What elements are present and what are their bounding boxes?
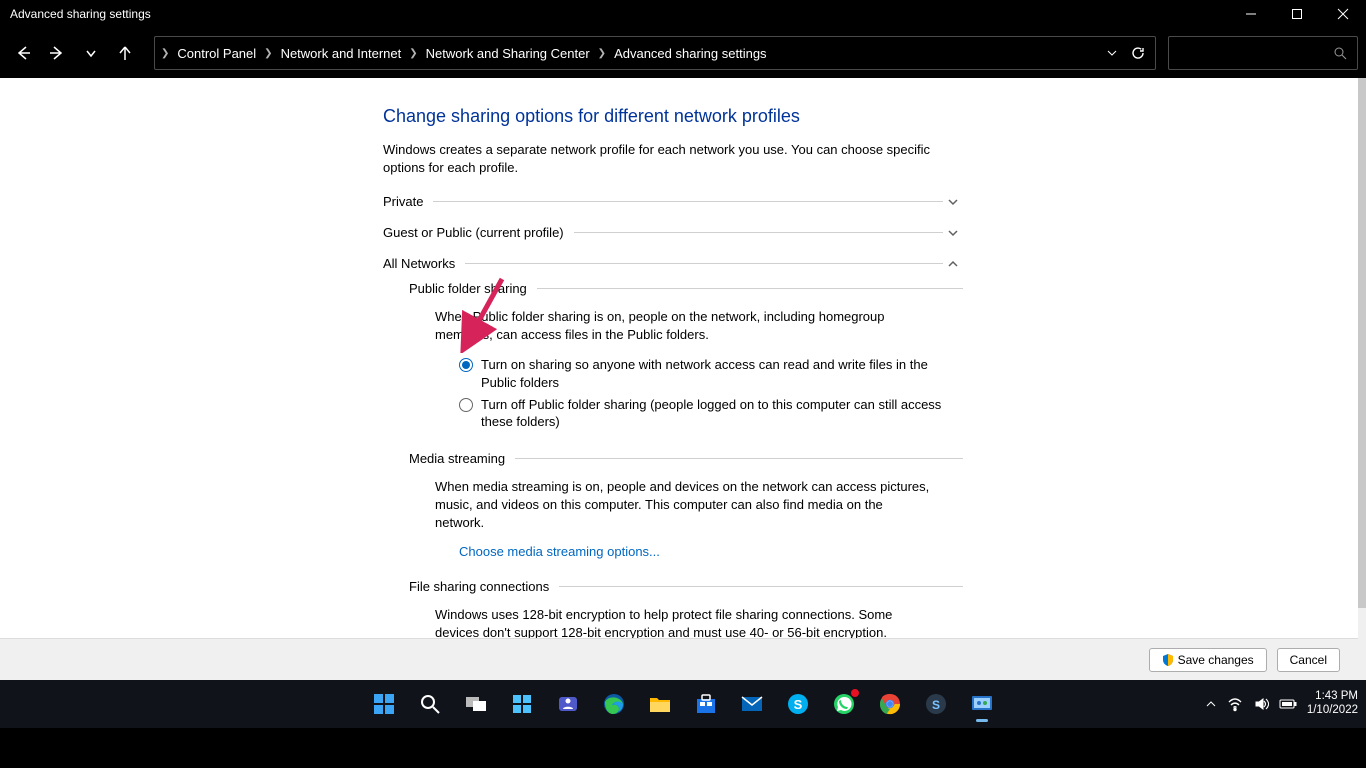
save-changes-button[interactable]: Save changes <box>1149 648 1267 672</box>
edge-icon[interactable] <box>594 684 634 724</box>
volume-icon[interactable] <box>1253 696 1269 712</box>
content-area: Change sharing options for different net… <box>0 78 1366 680</box>
system-tray: 1:43 PM 1/10/2022 <box>1205 690 1358 718</box>
page-title: Change sharing options for different net… <box>383 106 1343 127</box>
radio-icon <box>459 398 473 412</box>
battery-icon[interactable] <box>1279 698 1297 710</box>
chevron-right-icon: ❯ <box>598 48 606 59</box>
subsection-description: When media streaming is on, people and d… <box>435 478 935 533</box>
task-view-button[interactable] <box>456 684 496 724</box>
breadcrumb-item[interactable]: Advanced sharing settings <box>610 46 770 61</box>
close-button[interactable] <box>1320 0 1366 28</box>
chevron-right-icon: ❯ <box>409 48 417 59</box>
cancel-button[interactable]: Cancel <box>1277 648 1340 672</box>
mail-icon[interactable] <box>732 684 772 724</box>
section-label: Guest or Public (current profile) <box>383 225 574 240</box>
section-label: All Networks <box>383 256 465 271</box>
wifi-icon[interactable] <box>1227 696 1243 712</box>
section-guest-public[interactable]: Guest or Public (current profile) <box>383 225 963 240</box>
section-private[interactable]: Private <box>383 194 963 209</box>
titlebar: Advanced sharing settings <box>0 0 1366 28</box>
address-bar[interactable]: ❯ Control Panel ❯ Network and Internet ❯… <box>154 36 1156 70</box>
clock[interactable]: 1:43 PM 1/10/2022 <box>1307 690 1358 718</box>
page-description: Windows creates a separate network profi… <box>383 141 943 176</box>
shield-icon <box>1162 654 1174 666</box>
radio-icon <box>459 358 473 372</box>
subsection-label: File sharing connections <box>409 579 559 594</box>
tray-overflow-icon[interactable] <box>1205 698 1217 710</box>
svg-text:S: S <box>932 698 940 712</box>
chevron-up-icon <box>943 258 963 270</box>
up-button[interactable] <box>110 38 140 68</box>
chevron-down-icon[interactable] <box>1101 47 1123 59</box>
chrome-icon[interactable] <box>870 684 910 724</box>
whatsapp-icon[interactable] <box>824 684 864 724</box>
radio-public-sharing-on[interactable]: Turn on sharing so anyone with network a… <box>459 356 957 391</box>
subsection-label: Public folder sharing <box>409 281 537 296</box>
minimize-button[interactable] <box>1228 0 1274 28</box>
taskbar: S S 1:43 PM 1/10/2022 <box>0 680 1366 728</box>
app-icon[interactable]: S <box>916 684 956 724</box>
subsection-media-streaming: Media streaming When media streaming is … <box>409 451 963 560</box>
skype-icon[interactable]: S <box>778 684 818 724</box>
navbar: ❯ Control Panel ❯ Network and Internet ❯… <box>0 28 1366 78</box>
notification-badge-icon <box>850 688 860 698</box>
widgets-button[interactable] <box>502 684 542 724</box>
refresh-icon[interactable] <box>1127 46 1149 60</box>
teams-icon[interactable] <box>548 684 588 724</box>
recent-button[interactable] <box>76 38 106 68</box>
subsection-label: Media streaming <box>409 451 515 466</box>
breadcrumb-item[interactable]: Network and Sharing Center <box>422 46 594 61</box>
chevron-down-icon <box>943 196 963 208</box>
chevron-right-icon: ❯ <box>161 48 169 59</box>
chevron-right-icon: ❯ <box>264 48 272 59</box>
maximize-button[interactable] <box>1274 0 1320 28</box>
start-button[interactable] <box>364 684 404 724</box>
subsection-public-folder-sharing: Public folder sharing When Public folder… <box>409 281 963 431</box>
window-title: Advanced sharing settings <box>0 7 1228 21</box>
radio-public-sharing-off[interactable]: Turn off Public folder sharing (people l… <box>459 396 957 431</box>
search-box[interactable] <box>1168 36 1358 70</box>
store-icon[interactable] <box>686 684 726 724</box>
media-streaming-options-link[interactable]: Choose media streaming options... <box>459 544 963 559</box>
search-icon <box>1333 46 1347 60</box>
vertical-scrollbar[interactable] <box>1358 78 1366 680</box>
breadcrumb-item[interactable]: Control Panel <box>173 46 260 61</box>
breadcrumb-item[interactable]: Network and Internet <box>277 46 406 61</box>
footer-bar: Save changes Cancel <box>0 638 1358 680</box>
section-all-networks[interactable]: All Networks <box>383 256 963 271</box>
subsection-description: When Public folder sharing is on, people… <box>435 308 935 344</box>
section-label: Private <box>383 194 433 209</box>
chevron-down-icon <box>943 227 963 239</box>
control-panel-icon[interactable] <box>962 684 1002 724</box>
search-button[interactable] <box>410 684 450 724</box>
back-button[interactable] <box>8 38 38 68</box>
file-explorer-icon[interactable] <box>640 684 680 724</box>
forward-button[interactable] <box>42 38 72 68</box>
svg-text:S: S <box>794 697 803 712</box>
